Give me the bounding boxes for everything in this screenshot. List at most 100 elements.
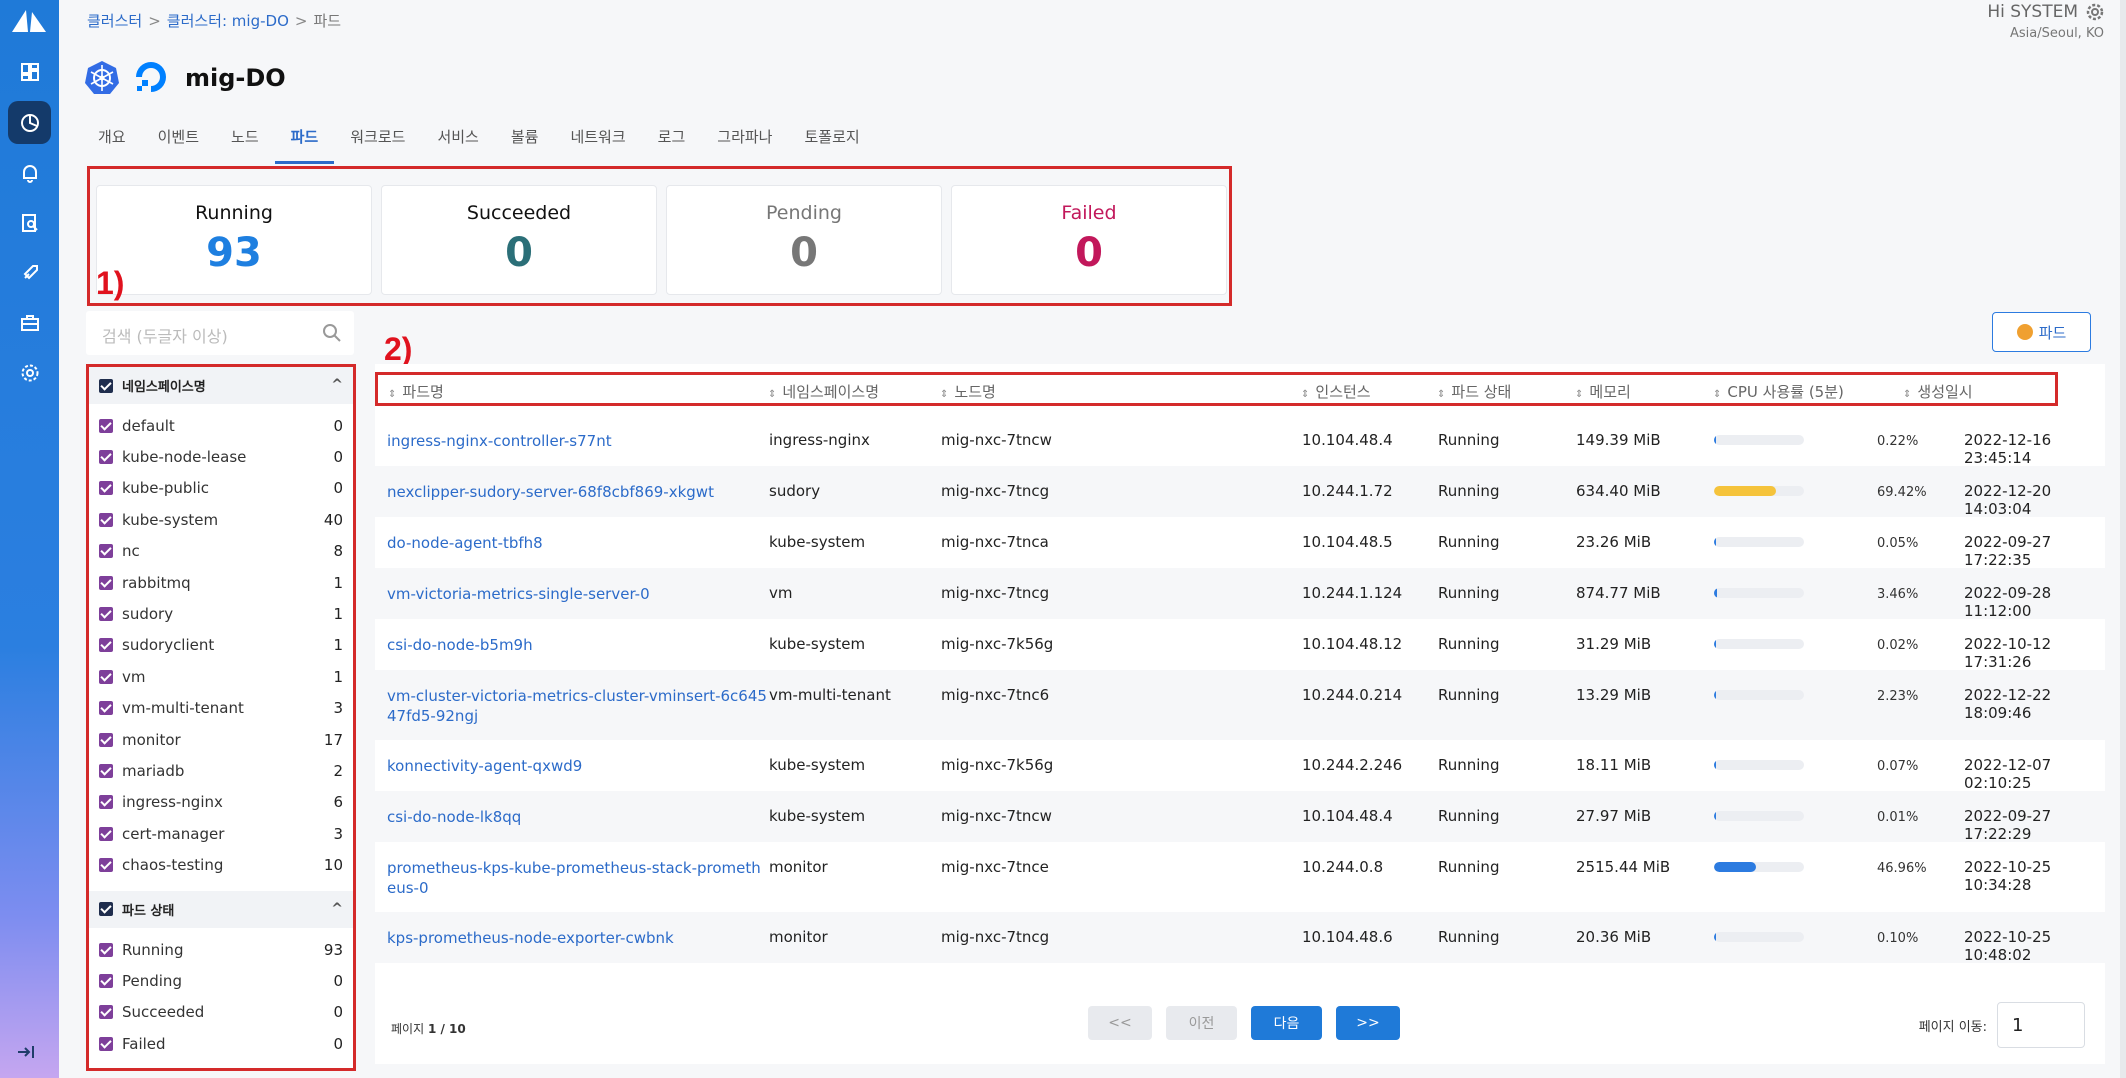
- filter-item[interactable]: nc 8: [89, 536, 353, 567]
- status-filter-header[interactable]: 파드 상태 ^: [89, 890, 353, 928]
- status-card-failed[interactable]: Failed 0: [951, 185, 1227, 295]
- checkbox[interactable]: [99, 701, 113, 716]
- expand-sidebar-icon[interactable]: [14, 1040, 38, 1064]
- filter-item[interactable]: Running 93: [89, 934, 353, 965]
- tab-pods[interactable]: 파드: [274, 122, 335, 164]
- last-page-button[interactable]: >>: [1336, 1006, 1400, 1040]
- checkbox[interactable]: [99, 575, 113, 590]
- filter-item[interactable]: sudory 1: [89, 598, 353, 629]
- filter-item[interactable]: sudoryclient 1: [89, 630, 353, 661]
- checkbox[interactable]: [99, 858, 113, 873]
- tab-topology[interactable]: 토폴로지: [788, 122, 875, 164]
- table-row[interactable]: ingress-nginx-controller-s77nt ingress-ng…: [375, 415, 2105, 467]
- pod-name-link[interactable]: vm-victoria-metrics-single-server-0: [387, 584, 650, 604]
- table-row[interactable]: do-node-agent-tbfh8 kube-system mig-nxc-7t…: [375, 517, 2105, 569]
- filter-item[interactable]: Pending 0: [89, 965, 353, 996]
- pod-search-input[interactable]: 검색 (두글자 이상): [86, 311, 354, 355]
- settings-gear-icon[interactable]: [15, 358, 45, 388]
- tab-services[interactable]: 서비스: [421, 122, 494, 164]
- filter-item[interactable]: mariadb 2: [89, 755, 353, 786]
- namespace-all-checkbox[interactable]: [99, 378, 113, 393]
- column-pod-status[interactable]: ⇕ 파드 상태: [1437, 381, 1511, 402]
- briefcase-icon[interactable]: [15, 308, 45, 338]
- checkbox[interactable]: [99, 942, 113, 957]
- table-row[interactable]: prometheus-kps-kube-prometheus-stack-pro…: [375, 842, 2105, 912]
- pod-name-link[interactable]: kps-prometheus-node-exporter-cwbnk: [387, 928, 674, 948]
- tab-overview[interactable]: 개요: [82, 122, 142, 164]
- status-all-checkbox[interactable]: [99, 902, 113, 917]
- checkbox[interactable]: [99, 669, 113, 684]
- status-card-pending[interactable]: Pending 0: [666, 185, 942, 295]
- checkbox[interactable]: [99, 418, 113, 433]
- filter-item[interactable]: vm-multi-tenant 3: [89, 693, 353, 724]
- search-icon[interactable]: [322, 323, 342, 343]
- pod-name-link[interactable]: vm-cluster-victoria-metrics-cluster-vmin…: [387, 686, 767, 726]
- tab-workloads[interactable]: 워크로드: [334, 122, 421, 164]
- table-row[interactable]: csi-do-node-lk8qq kube-system mig-nxc-7tnc…: [375, 791, 2105, 843]
- rocket-icon[interactable]: [15, 258, 45, 288]
- app-logo-icon[interactable]: [8, 6, 50, 36]
- column-cpu-usage[interactable]: ⇕ CPU 사용률 (5분): [1713, 381, 1844, 402]
- pod-name-link[interactable]: ingress-nginx-controller-s77nt: [387, 431, 612, 451]
- table-row[interactable]: kps-prometheus-node-exporter-cwbnk monito…: [375, 912, 2105, 964]
- pod-name-link[interactable]: nexclipper-sudory-server-68f8cbf869-xkgw…: [387, 482, 714, 502]
- checkbox[interactable]: [99, 826, 113, 841]
- checkbox[interactable]: [99, 512, 113, 527]
- filter-item[interactable]: ingress-nginx 6: [89, 787, 353, 818]
- checkbox[interactable]: [99, 638, 113, 653]
- column-created-at[interactable]: ⇕ 생성일시: [1903, 381, 1973, 402]
- next-page-button[interactable]: 다음: [1251, 1006, 1322, 1040]
- cluster-pie-icon[interactable]: [8, 101, 51, 144]
- tab-nodes[interactable]: 노드: [215, 122, 275, 164]
- pod-name-link[interactable]: prometheus-kps-kube-prometheus-stack-pro…: [387, 858, 761, 898]
- pod-name-link[interactable]: do-node-agent-tbfh8: [387, 533, 543, 553]
- filter-item[interactable]: default 0: [89, 410, 353, 441]
- checkbox[interactable]: [99, 795, 113, 810]
- checkbox[interactable]: [99, 481, 113, 496]
- table-row[interactable]: konnectivity-agent-qxwd9 kube-system mig-n…: [375, 740, 2105, 792]
- first-page-button[interactable]: <<: [1088, 1006, 1152, 1040]
- tab-events[interactable]: 이벤트: [142, 122, 215, 164]
- filter-item[interactable]: kube-public 0: [89, 473, 353, 504]
- report-search-icon[interactable]: [15, 208, 45, 238]
- filter-item[interactable]: rabbitmq 1: [89, 567, 353, 598]
- collapse-caret-icon[interactable]: ^: [331, 901, 343, 917]
- page-scrollbar[interactable]: [2120, 0, 2126, 1078]
- filter-item[interactable]: cert-manager 3: [89, 818, 353, 849]
- tab-volumes[interactable]: 볼륨: [495, 122, 555, 164]
- checkbox[interactable]: [99, 763, 113, 778]
- column-instance[interactable]: ⇕ 인스턴스: [1301, 381, 1371, 402]
- table-row[interactable]: nexclipper-sudory-server-68f8cbf869-xkgw…: [375, 466, 2105, 518]
- filter-item[interactable]: vm 1: [89, 661, 353, 692]
- add-pod-button[interactable]: 파드: [1992, 312, 2091, 352]
- pod-name-link[interactable]: csi-do-node-lk8qq: [387, 807, 521, 827]
- checkbox[interactable]: [99, 973, 113, 988]
- prev-page-button[interactable]: 이전: [1166, 1006, 1237, 1040]
- breadcrumb-cluster[interactable]: 클러스터: mig-DO: [167, 12, 289, 30]
- status-card-succeeded[interactable]: Succeeded 0: [381, 185, 657, 295]
- collapse-caret-icon[interactable]: ^: [331, 377, 343, 393]
- filter-item[interactable]: Failed 0: [89, 1028, 353, 1059]
- checkbox[interactable]: [99, 732, 113, 747]
- pod-name-link[interactable]: csi-do-node-b5m9h: [387, 635, 533, 655]
- tab-network[interactable]: 네트워크: [554, 122, 641, 164]
- dashboard-icon[interactable]: [15, 57, 45, 87]
- table-row[interactable]: vm-cluster-victoria-metrics-cluster-vmin…: [375, 670, 2105, 740]
- column-memory[interactable]: ⇕ 메모리: [1575, 381, 1631, 402]
- status-card-running[interactable]: Running 93: [96, 185, 372, 295]
- pod-name-link[interactable]: konnectivity-agent-qxwd9: [387, 756, 582, 776]
- bell-icon[interactable]: [15, 158, 45, 188]
- checkbox[interactable]: [99, 450, 113, 465]
- filter-item[interactable]: kube-node-lease 0: [89, 441, 353, 472]
- checkbox[interactable]: [99, 607, 113, 622]
- table-row[interactable]: csi-do-node-b5m9h kube-system mig-nxc-7k56…: [375, 619, 2105, 671]
- checkbox[interactable]: [99, 544, 113, 559]
- user-settings-gear-icon[interactable]: [2086, 3, 2104, 21]
- namespace-filter-header[interactable]: 네임스페이스명 ^: [89, 367, 353, 404]
- filter-item[interactable]: Succeeded 0: [89, 997, 353, 1028]
- checkbox[interactable]: [99, 1036, 113, 1051]
- filter-item[interactable]: kube-system 40: [89, 504, 353, 535]
- filter-item[interactable]: chaos-testing 10: [89, 849, 353, 880]
- table-row[interactable]: vm-victoria-metrics-single-server-0 vm mig…: [375, 568, 2105, 620]
- breadcrumb-clusters[interactable]: 클러스터: [87, 12, 142, 30]
